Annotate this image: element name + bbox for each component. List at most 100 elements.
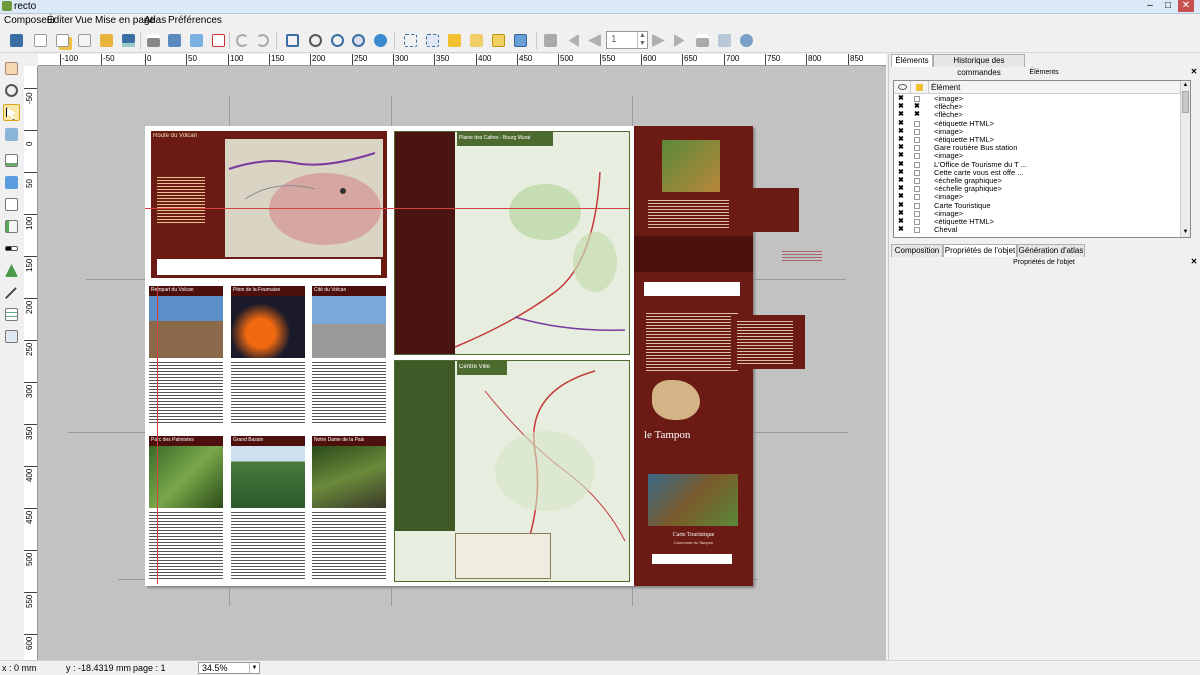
chevron-down-icon[interactable]: ▼ xyxy=(249,663,259,673)
visible-check-icon[interactable]: ✖ xyxy=(898,136,904,144)
duplicate-composer-button[interactable] xyxy=(54,32,71,49)
add-image-button[interactable] xyxy=(3,174,20,191)
close-elements-panel-icon[interactable]: ✕ xyxy=(1190,68,1198,76)
export-atlas-button[interactable] xyxy=(716,32,733,49)
visibility-column-header[interactable] xyxy=(894,81,911,94)
lock-checkbox[interactable] xyxy=(914,194,920,201)
visible-check-icon[interactable]: ✖ xyxy=(898,144,904,152)
composer-manager-button[interactable] xyxy=(76,32,93,49)
volcano-map[interactable] xyxy=(225,139,383,257)
menu-atlas[interactable]: Atlas xyxy=(144,15,166,27)
visible-check-icon[interactable]: ✖ xyxy=(898,111,904,119)
tab-atlas-generation[interactable]: Génération d'atlas xyxy=(1017,244,1085,257)
visible-check-icon[interactable]: ✖ xyxy=(898,161,904,169)
maximize-icon[interactable]: □ xyxy=(1160,0,1176,12)
lock-column-header[interactable] xyxy=(911,81,929,94)
previous-feature-button[interactable] xyxy=(586,32,603,49)
elements-scrollbar[interactable]: ▲ ▼ xyxy=(1180,81,1190,237)
export-image-button[interactable] xyxy=(166,32,183,49)
add-table-button[interactable] xyxy=(3,306,20,323)
composition-page[interactable]: Route du Volcan Rempart du Volcan Piton … xyxy=(145,126,753,586)
visible-check-icon[interactable]: ✖ xyxy=(898,185,904,193)
visible-check-icon[interactable]: ✖ xyxy=(898,95,904,103)
add-shape-button[interactable] xyxy=(3,262,20,279)
visible-check-icon[interactable]: ✖ xyxy=(898,169,904,177)
visible-check-icon[interactable]: ✖ xyxy=(898,226,904,234)
scrollbar-thumb[interactable] xyxy=(1182,91,1189,113)
lock-checkbox[interactable] xyxy=(914,161,920,168)
tab-command-history[interactable]: Historique des commandes xyxy=(933,54,1025,77)
offpage-small-text[interactable] xyxy=(782,249,822,263)
zoom-combobox[interactable]: 34.5% ▼ xyxy=(198,662,260,674)
save-template-button[interactable] xyxy=(120,32,137,49)
group-button[interactable] xyxy=(402,32,419,49)
move-content-button[interactable] xyxy=(3,126,20,143)
lock-checkbox[interactable] xyxy=(914,202,920,209)
offpage-text-block[interactable] xyxy=(731,315,805,369)
select-tool-button[interactable] xyxy=(3,104,20,121)
photo-parc-palmistes[interactable] xyxy=(149,446,223,508)
photo-notre-dame-paix[interactable] xyxy=(312,446,386,508)
locked-check-icon[interactable]: ✖ xyxy=(914,111,920,119)
load-template-button[interactable] xyxy=(98,32,115,49)
zoom-in-button[interactable] xyxy=(329,32,346,49)
photo-cite-volcan[interactable] xyxy=(312,296,386,358)
pan-tool-button[interactable] xyxy=(3,60,20,77)
minimize-icon[interactable]: – xyxy=(1142,0,1158,12)
visible-check-icon[interactable]: ✖ xyxy=(898,177,904,185)
align-items-button[interactable] xyxy=(512,32,529,49)
print-button[interactable] xyxy=(145,32,162,49)
export-pdf-button[interactable] xyxy=(210,32,227,49)
zoom-full-button[interactable] xyxy=(284,32,301,49)
redo-button[interactable] xyxy=(254,32,271,49)
visible-check-icon[interactable]: ✖ xyxy=(898,128,904,136)
lock-checkbox[interactable] xyxy=(914,153,920,160)
refresh-button[interactable] xyxy=(372,32,389,49)
add-map-button[interactable] xyxy=(3,152,20,169)
add-label-button[interactable] xyxy=(3,196,20,213)
save-project-button[interactable] xyxy=(8,32,25,49)
ungroup-button[interactable] xyxy=(424,32,441,49)
plaine-des-cafres-map[interactable]: Plaine des Cafres - Bourg Murat xyxy=(394,131,630,355)
spin-arrows-icon[interactable]: ▲ ▼ xyxy=(637,32,647,48)
lock-checkbox[interactable] xyxy=(914,169,920,176)
visible-check-icon[interactable]: ✖ xyxy=(898,193,904,201)
menu-editer[interactable]: Éditer xyxy=(47,15,73,27)
tab-elements[interactable]: Éléments xyxy=(891,54,933,67)
zoom-actual-button[interactable] xyxy=(307,32,324,49)
atlas-page-spinbox[interactable]: 1 ▲ ▼ xyxy=(606,31,648,49)
next-feature-button[interactable] xyxy=(650,32,667,49)
photo-piton-fournaise[interactable] xyxy=(231,296,305,358)
composition-canvas[interactable]: Route du Volcan Rempart du Volcan Piton … xyxy=(38,66,886,660)
add-scalebar-button[interactable] xyxy=(3,240,20,257)
lock-checkbox[interactable] xyxy=(914,227,920,234)
lock-checkbox[interactable] xyxy=(914,120,920,127)
lock-items-button[interactable] xyxy=(446,32,463,49)
photo-grand-bassin[interactable] xyxy=(231,446,305,508)
new-composer-button[interactable] xyxy=(32,32,49,49)
centre-ville-map[interactable]: Centre Ville xyxy=(394,360,630,582)
elements-table[interactable]: Élément ✖ <image> ✖ ✖ <flèche> ✖ ✖ <flèche> ✖… xyxy=(893,80,1191,238)
lock-checkbox[interactable] xyxy=(914,137,920,143)
lock-checkbox[interactable] xyxy=(914,128,920,135)
scroll-down-icon[interactable]: ▼ xyxy=(1181,228,1190,237)
volcano-route-panel[interactable]: Route du Volcan xyxy=(151,131,387,278)
visible-check-icon[interactable]: ✖ xyxy=(898,218,904,226)
lock-checkbox[interactable] xyxy=(914,219,920,225)
visible-check-icon[interactable]: ✖ xyxy=(898,210,904,218)
print-atlas-button[interactable] xyxy=(694,32,711,49)
last-feature-button[interactable] xyxy=(672,32,689,49)
element-row[interactable]: ✖ Cheval xyxy=(894,226,1190,234)
lock-checkbox[interactable] xyxy=(914,210,920,217)
lock-checkbox[interactable] xyxy=(914,145,920,152)
tab-composition[interactable]: Composition xyxy=(891,244,943,257)
lock-checkbox[interactable] xyxy=(914,178,920,184)
photo-rempart-volcan[interactable] xyxy=(149,296,223,358)
tab-item-properties[interactable]: Propriétés de l'objet xyxy=(943,244,1017,257)
lock-checkbox[interactable] xyxy=(914,96,920,102)
scroll-up-icon[interactable]: ▲ xyxy=(1181,81,1190,90)
offpage-brown-block[interactable] xyxy=(729,188,799,232)
atlas-preview-button[interactable] xyxy=(542,32,559,49)
first-feature-button[interactable] xyxy=(564,32,581,49)
close-properties-panel-icon[interactable]: ✕ xyxy=(1190,258,1198,266)
